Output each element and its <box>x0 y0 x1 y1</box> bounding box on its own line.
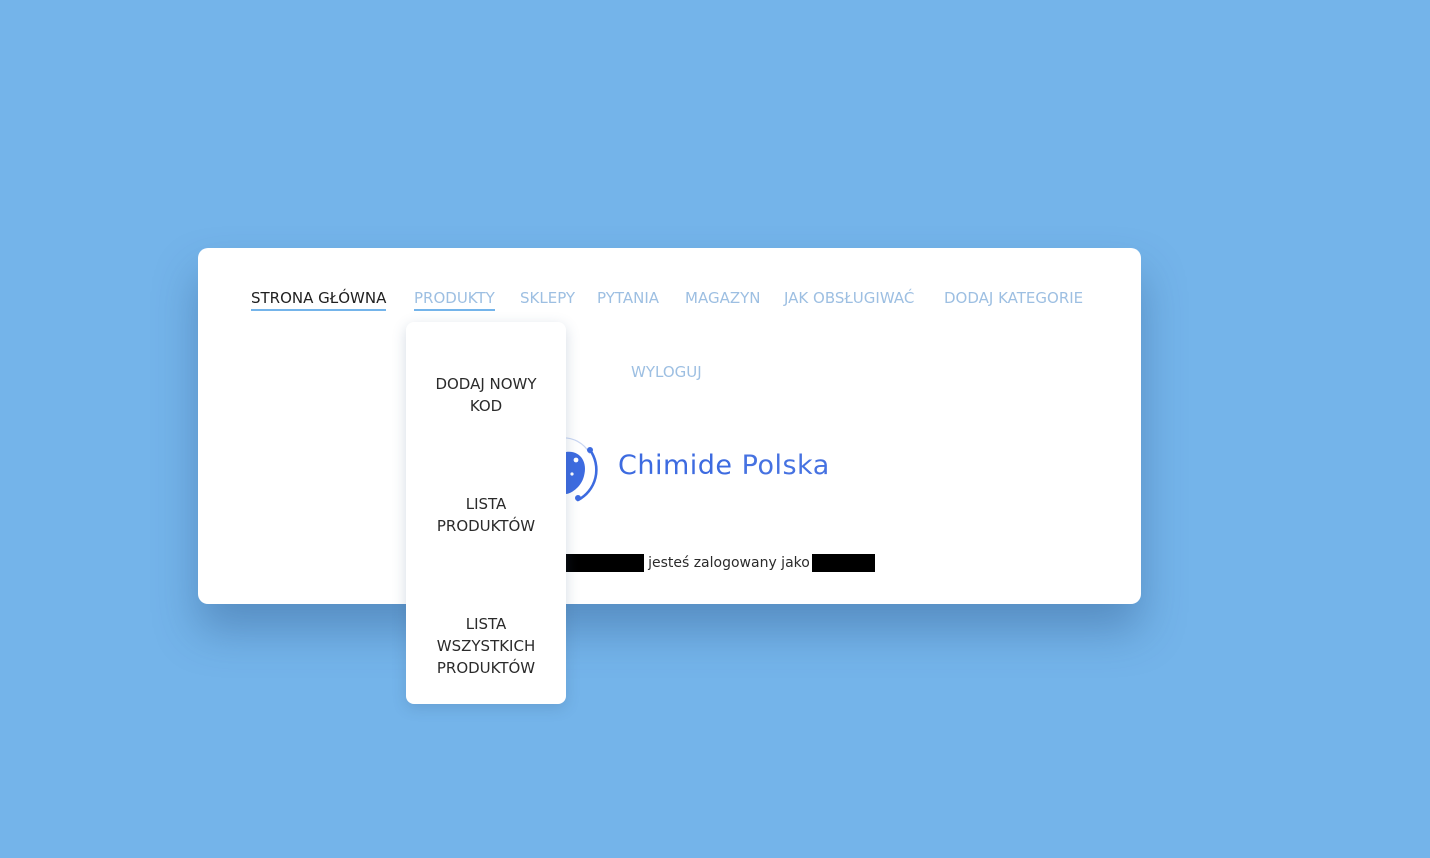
dropdown-item-label: KOD <box>469 397 503 415</box>
dropdown-item-label: PRODUKTÓW <box>436 517 536 535</box>
dropdown-all-products-list[interactable]: LISTA WSZYSTKICH PRODUKTÓW <box>406 613 566 679</box>
nav-add-category[interactable]: DODAJ KATEGORIE <box>944 288 1083 308</box>
brand-name: Chimide Polska <box>618 448 830 484</box>
nav-shops[interactable]: SKLEPY <box>520 288 575 308</box>
products-dropdown: DODAJ NOWY KOD LISTA PRODUKTÓW LISTA WSZ… <box>406 322 566 704</box>
nav-products[interactable]: PRODUKTY <box>414 288 495 311</box>
dropdown-item-label: LISTA <box>465 495 507 513</box>
dropdown-item-label: DODAJ NOWY <box>435 375 537 393</box>
brand-name-part2: Polska <box>741 450 830 481</box>
redacted-block <box>566 554 645 572</box>
nav-how-to-use[interactable]: JAK OBSŁUGIWAĆ <box>784 288 914 308</box>
brand-name-part1: Chimide <box>618 450 733 481</box>
login-status: - jesteś zalogowany jako <box>560 553 875 573</box>
dropdown-item-label: WSZYSTKICH <box>436 637 536 655</box>
nav-home[interactable]: STRONA GŁÓWNA <box>251 288 387 311</box>
login-text: jesteś zalogowany jako <box>648 555 810 571</box>
nav-logout[interactable]: WYLOGUJ <box>631 362 702 382</box>
dropdown-item-label: LISTA <box>465 615 507 633</box>
nav-questions[interactable]: PYTANIA <box>597 288 659 308</box>
dropdown-add-new-code[interactable]: DODAJ NOWY KOD <box>406 373 566 417</box>
dropdown-item-label: PRODUKTÓW <box>436 659 536 677</box>
nav-warehouse[interactable]: MAGAZYN <box>685 288 760 308</box>
redacted-username <box>811 554 875 572</box>
dropdown-product-list[interactable]: LISTA PRODUKTÓW <box>406 493 566 537</box>
